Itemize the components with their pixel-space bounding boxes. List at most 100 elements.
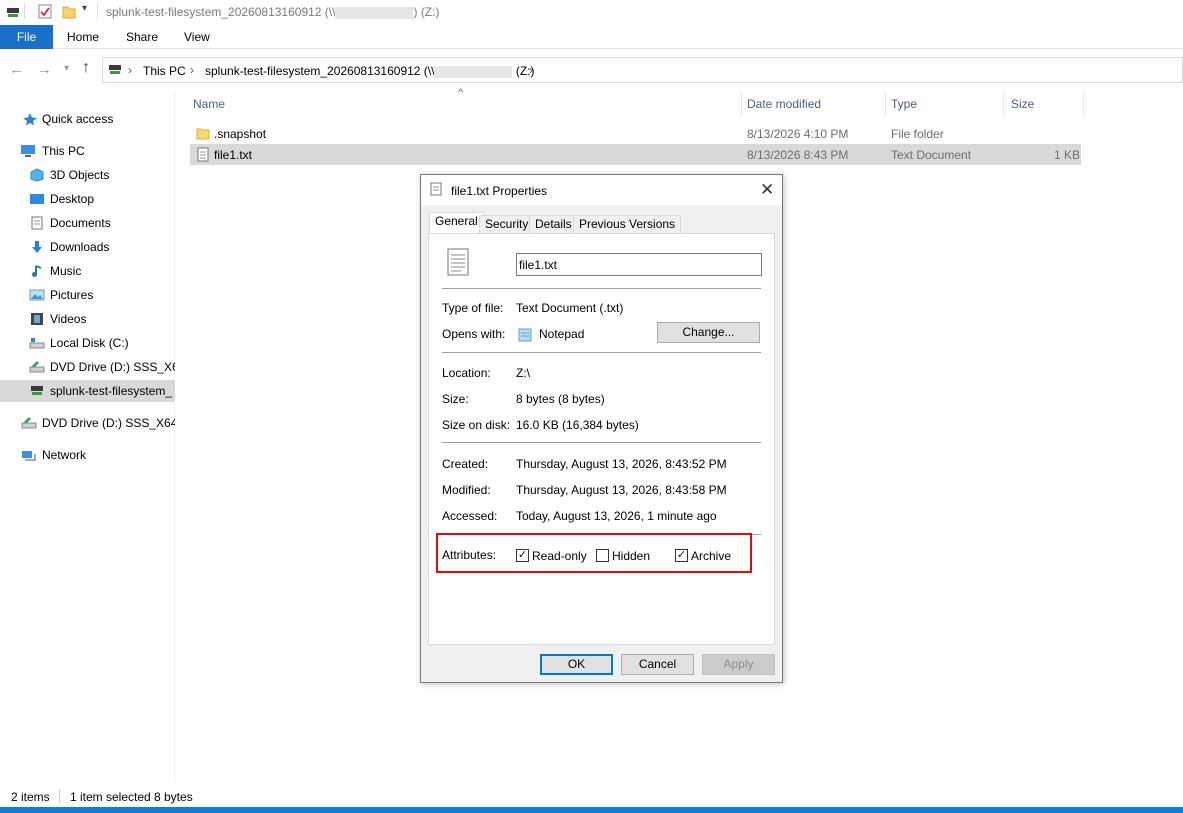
folder-icon (196, 126, 210, 143)
breadcrumb-separator-icon[interactable]: › (190, 63, 194, 77)
sidebar-item-label: Desktop (50, 192, 95, 206)
sidebar-item-dvd-drive-root[interactable]: DVD Drive (D:) SSS_X64FF (0, 412, 175, 434)
disk-icon (29, 336, 45, 350)
film-icon (30, 312, 46, 326)
sidebar-item-videos[interactable]: Videos (0, 308, 175, 330)
sidebar-item-label: 3D Objects (50, 168, 110, 182)
filename-input[interactable] (516, 253, 762, 276)
text-file-icon (196, 147, 210, 165)
file-size: 1 KB (1054, 148, 1081, 162)
separator (442, 288, 761, 289)
change-button[interactable]: Change... (657, 322, 760, 343)
size-on-disk-value: 16.0 KB (16,384 bytes) (516, 418, 639, 432)
file-list: ^ Name Date modified Type Size .snapshot… (190, 87, 1085, 182)
picture-icon (29, 288, 45, 302)
sidebar-item-label: Pictures (50, 288, 94, 302)
size-label: Size: (442, 392, 469, 406)
drive-icon[interactable] (6, 5, 20, 22)
forward-arrow-icon[interactable]: → (37, 61, 52, 78)
breadcrumb-drive[interactable]: splunk-test-filesystem_20260813160912 (\… (205, 64, 534, 78)
customize-toolbar-chevron-icon[interactable]: ▾ (82, 3, 87, 14)
sidebar-item-documents[interactable]: Documents (0, 212, 175, 234)
sidebar-item-music[interactable]: Music (0, 260, 175, 282)
properties-quick-icon[interactable] (38, 4, 52, 22)
text-file-icon (430, 182, 442, 199)
sidebar-item-label: Music (50, 264, 82, 278)
file-name: .snapshot (214, 127, 267, 141)
star-icon (22, 112, 38, 126)
file-row-snapshot[interactable]: .snapshot 8/13/2026 4:10 PM File folder (190, 123, 1081, 144)
download-arrow-icon (30, 240, 46, 254)
up-arrow-icon[interactable]: ↑ (82, 59, 90, 77)
sidebar-item-dvd-drive[interactable]: DVD Drive (D:) SSS_X64F (0, 356, 175, 378)
music-note-icon (30, 264, 46, 278)
file-row-file1[interactable]: file1.txt 8/13/2026 8:43 PM Text Documen… (190, 144, 1081, 165)
separator (442, 442, 761, 443)
back-arrow-icon[interactable]: ← (9, 61, 24, 78)
breadcrumb-separator-icon[interactable]: › (128, 63, 132, 77)
column-header-type[interactable]: Type (891, 97, 917, 111)
column-header-size[interactable]: Size (1011, 97, 1034, 111)
tab-details[interactable]: Details (529, 215, 578, 234)
tab-general[interactable]: General (429, 212, 484, 234)
file-name: file1.txt (214, 148, 253, 162)
column-divider[interactable] (741, 92, 742, 116)
tab-security[interactable]: Security (479, 215, 535, 234)
column-header-date-modified[interactable]: Date modified (747, 97, 821, 111)
attributes-highlight-box (436, 533, 752, 573)
desktop-icon (29, 192, 45, 206)
sidebar-item-network[interactable]: Network (0, 444, 175, 466)
sidebar-item-label: This PC (42, 144, 85, 158)
separator (442, 352, 761, 353)
breadcrumb-this-pc[interactable]: This PC (143, 64, 186, 78)
sidebar-item-desktop[interactable]: Desktop (0, 188, 175, 210)
tab-previous-versions[interactable]: Previous Versions (573, 215, 682, 234)
sidebar-item-label: Documents (50, 216, 111, 230)
sidebar-item-local-disk[interactable]: Local Disk (C:) (0, 332, 175, 354)
cancel-button[interactable]: Cancel (621, 654, 694, 675)
document-icon (30, 216, 46, 230)
divider (97, 3, 98, 19)
sidebar-item-3d-objects[interactable]: 3D Objects (0, 164, 175, 186)
column-divider[interactable] (1083, 92, 1084, 116)
location-label: Location: (442, 366, 491, 380)
sidebar-item-quick-access[interactable]: Quick access (0, 108, 175, 130)
sidebar-item-label: splunk-test-filesystem_ (50, 384, 173, 398)
sidebar-item-label: DVD Drive (D:) SSS_X64F (50, 360, 175, 374)
tab-file[interactable]: File (0, 25, 53, 49)
modified-value: Thursday, August 13, 2026, 8:43:58 PM (516, 483, 727, 497)
tab-share[interactable]: Share (126, 25, 158, 49)
accessed-label: Accessed: (442, 509, 498, 523)
sidebar-item-label: DVD Drive (D:) SSS_X64FF (42, 416, 175, 430)
close-icon[interactable]: ✕ (760, 180, 774, 200)
address-bar[interactable]: › This PC › splunk-test-filesystem_20260… (102, 57, 1183, 83)
navigation-pane: Quick access This PC 3D Objects Desktop … (0, 92, 175, 782)
tab-view[interactable]: View (184, 25, 210, 49)
opens-with-value: Notepad (539, 327, 585, 341)
column-header-name[interactable]: Name (193, 97, 225, 111)
window-title-bar: ▾ splunk-test-filesystem_20260813160912 … (0, 0, 1183, 25)
column-divider[interactable] (1003, 92, 1004, 116)
breadcrumb-separator-icon[interactable]: › (529, 63, 533, 77)
ok-button[interactable]: OK (540, 654, 613, 675)
column-divider[interactable] (885, 92, 886, 116)
accessed-value: Today, August 13, 2026, 1 minute ago (516, 509, 717, 523)
sidebar-item-label: Quick access (42, 112, 114, 126)
apply-button[interactable]: Apply (702, 654, 775, 675)
navigation-bar: ← → ▾ ↑ › This PC › splunk-test-filesyst… (0, 55, 1183, 85)
sidebar-item-this-pc[interactable]: This PC (0, 140, 175, 162)
divider (59, 789, 60, 803)
sidebar-item-network-drive[interactable]: splunk-test-filesystem_ (0, 380, 175, 402)
tab-home[interactable]: Home (67, 25, 99, 49)
network-drive-icon (108, 64, 122, 79)
dialog-title-bar: file1.txt Properties ✕ (421, 175, 782, 205)
recent-locations-chevron-icon[interactable]: ▾ (64, 63, 69, 74)
new-folder-quick-icon[interactable] (62, 4, 76, 22)
sidebar-item-downloads[interactable]: Downloads (0, 236, 175, 258)
file-date-modified: 8/13/2026 4:10 PM (747, 127, 849, 141)
window-title-prefix: splunk-test-filesystem_20260813160912 (\… (106, 5, 336, 19)
large-text-file-icon (447, 248, 469, 279)
sidebar-item-pictures[interactable]: Pictures (0, 284, 175, 306)
general-tab-panel: Type of file: Text Document (.txt) Opens… (428, 233, 775, 645)
dvd-drive-icon (29, 360, 45, 374)
